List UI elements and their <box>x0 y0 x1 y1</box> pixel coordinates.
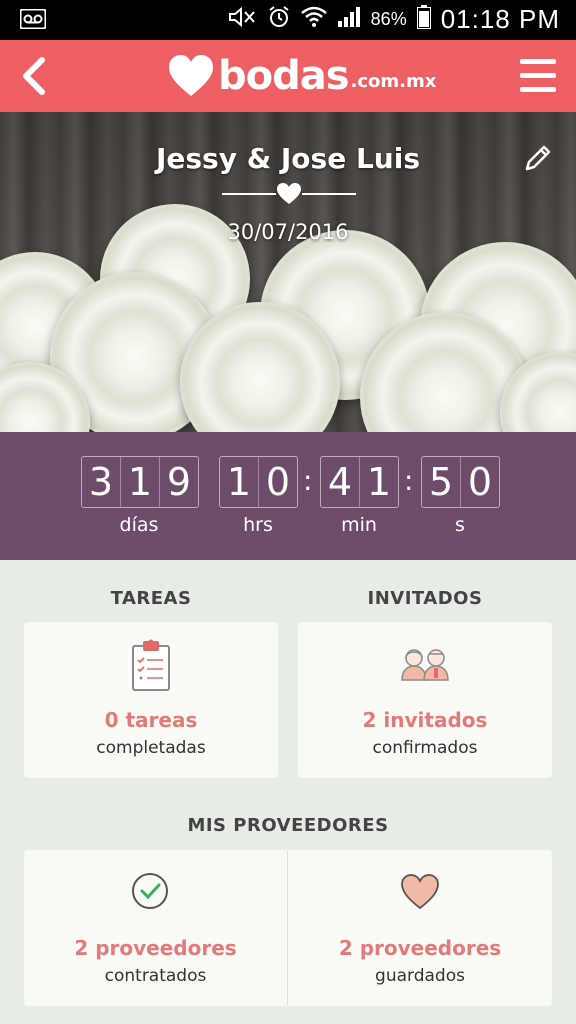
countdown-panel: 3 1 9 días 1 0 hrs : 4 1 min : 5 0 s <box>0 432 576 560</box>
tasks-status: completadas <box>96 738 206 758</box>
days-digit: 9 <box>159 457 198 507</box>
logo-heart-icon <box>169 55 213 96</box>
app-bar: bodas .com.mx <box>0 40 576 112</box>
wifi-icon <box>300 6 327 34</box>
saved-vendors-tile[interactable]: 2 proveedores guardados <box>288 850 552 1006</box>
time-separator: : <box>404 464 414 497</box>
pencil-icon <box>525 145 551 171</box>
saved-vendors-status: guardados <box>375 966 465 986</box>
mute-icon <box>227 6 257 34</box>
battery-percent: 86% <box>370 9 407 29</box>
heart-icon <box>401 874 439 910</box>
chevron-left-icon <box>23 57 45 95</box>
signal-icon <box>337 6 361 34</box>
alarm-icon <box>267 5 291 35</box>
tasks-count: 0 tareas <box>104 708 198 732</box>
tasks-card[interactable]: 0 tareas completadas <box>24 622 278 778</box>
clock-time: 01:18 PM <box>440 4 560 34</box>
hero-banner: Jessy & Jose Luis 30/07/2016 <box>0 112 576 432</box>
countdown-days: 3 1 9 <box>81 456 199 508</box>
hours-digit: 1 <box>226 460 252 504</box>
couple-names: Jessy & Jose Luis <box>155 142 420 175</box>
wedding-date: 30/07/2016 <box>227 220 349 244</box>
brand-tld: .com.mx <box>350 70 437 92</box>
countdown-seconds: 5 0 <box>421 456 500 508</box>
couple-icon <box>401 649 449 681</box>
menu-button[interactable] <box>516 54 560 98</box>
hired-vendors-tile[interactable]: 2 proveedores contratados <box>24 850 287 1006</box>
back-button[interactable] <box>14 54 58 98</box>
seconds-digit: 0 <box>460 457 499 507</box>
countdown-hours: 1 0 <box>219 456 298 508</box>
guests-status: confirmados <box>372 738 478 758</box>
battery-icon <box>416 4 431 35</box>
seconds-label: s <box>455 514 465 536</box>
guests-count: 2 invitados <box>362 708 488 732</box>
minutes-label: min <box>341 514 377 536</box>
vendors-card: 2 proveedores contratados 2 proveedores … <box>24 850 552 1006</box>
minutes-digit: 4 <box>327 460 353 504</box>
heart-divider-icon <box>222 183 356 204</box>
hired-vendors-count: 2 proveedores <box>74 936 237 960</box>
check-circle-icon <box>132 873 168 909</box>
days-digit: 1 <box>120 457 159 507</box>
seconds-digit: 5 <box>428 460 454 504</box>
clipboard-checklist-icon <box>132 639 170 691</box>
days-label: días <box>119 514 159 536</box>
vendors-section-title: MIS PROVEEDORES <box>187 815 389 836</box>
minutes-digit: 1 <box>359 457 398 507</box>
time-separator: : <box>303 464 313 497</box>
edit-button[interactable] <box>522 142 554 174</box>
hired-vendors-status: contratados <box>104 966 207 986</box>
saved-vendors-count: 2 proveedores <box>338 936 502 960</box>
brand-name: bodas <box>218 53 350 99</box>
voicemail-icon <box>19 8 47 34</box>
guests-section-title: INVITADOS <box>367 588 483 609</box>
tasks-section-title: TAREAS <box>110 588 192 609</box>
hours-digit: 0 <box>258 457 297 507</box>
hours-label: hrs <box>243 514 273 536</box>
hamburger-menu-icon <box>520 59 556 92</box>
guests-card[interactable]: 2 invitados confirmados <box>298 622 552 778</box>
status-bar: 86% 01:18 PM <box>0 0 576 40</box>
countdown-minutes: 4 1 <box>320 456 399 508</box>
days-digit: 3 <box>88 460 114 504</box>
brand-logo: bodas .com.mx <box>168 48 436 104</box>
